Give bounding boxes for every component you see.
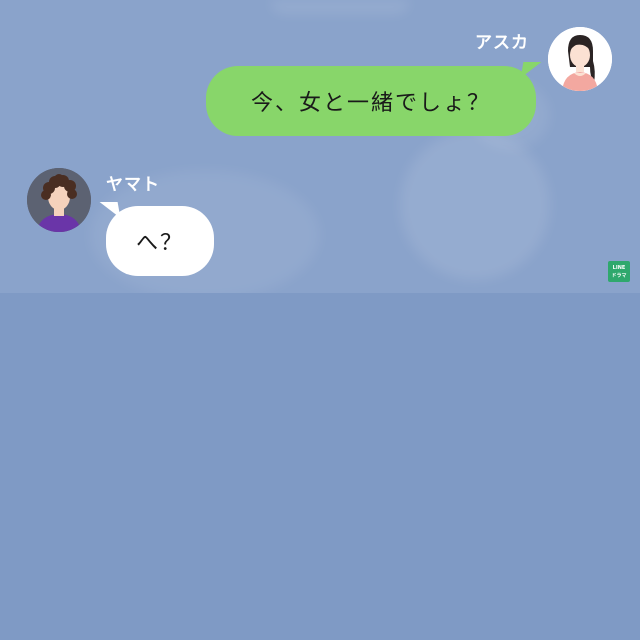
curly-hair-man-avatar-icon[interactable] bbox=[27, 168, 91, 232]
background-glow bbox=[270, 0, 410, 14]
chat-panel: アスカ 今、女と一緒でしょ？ ヤマト へ？ LINE ドラマ bbox=[0, 0, 640, 293]
sender-name-asuka: アスカ bbox=[475, 33, 529, 52]
logo-text-line1: LINE bbox=[612, 265, 626, 271]
woman-avatar-icon[interactable] bbox=[548, 27, 612, 91]
message-bubble-received[interactable]: へ？ bbox=[106, 206, 214, 276]
message-text: 今、女と一緒でしょ？ bbox=[250, 91, 491, 116]
sender-name-yamato: ヤマト bbox=[106, 175, 160, 194]
chat-screen: アスカ 今、女と一緒でしょ？ ヤマト へ？ LINE ドラマ bbox=[0, 0, 640, 640]
message-text: へ？ bbox=[135, 231, 184, 256]
logo-text-line2: ドラマ bbox=[611, 273, 627, 279]
line-drama-logo-icon: LINE ドラマ bbox=[608, 261, 630, 282]
background-glow bbox=[400, 130, 550, 280]
message-bubble-sent[interactable]: 今、女と一緒でしょ？ bbox=[206, 66, 536, 136]
